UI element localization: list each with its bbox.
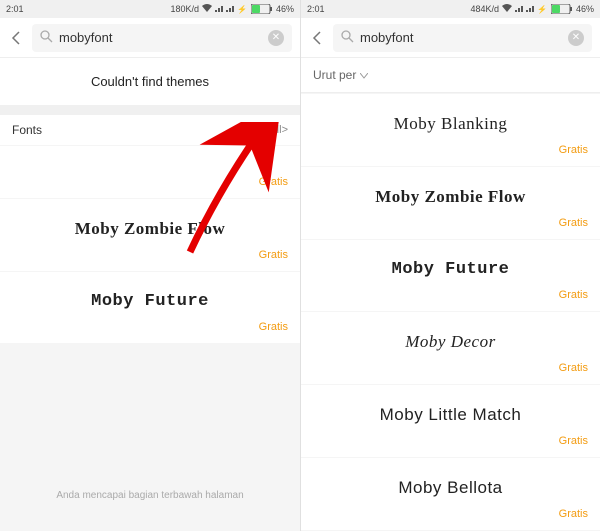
battery-icon <box>550 4 573 14</box>
font-card[interactable]: Moby Zombie FlowGratis <box>301 167 600 239</box>
signal-icon <box>515 4 523 14</box>
signal-icon <box>226 4 234 14</box>
font-card[interactable]: Moby FutureGratis <box>301 240 600 311</box>
wifi-icon <box>502 4 512 14</box>
net-speed: 180K/d <box>170 4 199 14</box>
font-price: Gratis <box>301 215 600 235</box>
search-bar: ✕ <box>0 18 300 58</box>
clear-icon[interactable]: ✕ <box>268 30 284 46</box>
font-name <box>0 160 300 174</box>
font-card[interactable]: Moby Little MatchGratis <box>301 385 600 457</box>
font-price: Gratis <box>301 142 600 162</box>
font-price: Gratis <box>301 360 600 380</box>
font-card[interactable]: Moby Zombie FlowGratis <box>0 199 300 271</box>
left-pane: 2:01 180K/d ⚡ 46% <box>0 0 300 531</box>
net-speed: 484K/d <box>470 4 499 14</box>
battery-percent: 46% <box>276 4 294 14</box>
clear-icon[interactable]: ✕ <box>568 30 584 46</box>
signal-icon <box>526 4 534 14</box>
font-price: Gratis <box>301 287 600 307</box>
status-bar: 2:01 484K/d ⚡ 46% <box>301 0 600 18</box>
font-card[interactable]: Moby FutureGratis <box>0 272 300 343</box>
font-name: Moby Blanking <box>301 108 600 142</box>
search-bar: ✕ <box>301 18 600 58</box>
font-name: Moby Zombie Flow <box>0 213 300 247</box>
font-card[interactable]: Moby DecorGratis <box>301 312 600 384</box>
chevron-down-icon <box>360 68 368 82</box>
footer-message: Anda mencapai bagian terbawah halaman <box>0 474 300 531</box>
font-name: Moby Bellota <box>301 472 600 506</box>
status-bar: 2:01 180K/d ⚡ 46% <box>0 0 300 18</box>
sort-label: Urut per <box>313 68 356 82</box>
search-box[interactable]: ✕ <box>32 24 292 52</box>
search-box[interactable]: ✕ <box>333 24 592 52</box>
signal-icon <box>215 4 223 14</box>
lightning-icon: ⚡ <box>537 5 547 14</box>
section-title: Fonts <box>12 123 244 137</box>
search-icon <box>341 30 354 46</box>
font-name: Moby Future <box>0 286 300 319</box>
view-all-link[interactable]: View all> <box>244 124 288 136</box>
search-input[interactable] <box>360 30 562 45</box>
back-button[interactable] <box>309 30 325 46</box>
search-icon <box>40 30 53 46</box>
font-list[interactable]: GratisMoby Zombie FlowGratisMoby FutureG… <box>0 145 300 474</box>
right-pane: 2:01 484K/d ⚡ 46% <box>300 0 600 531</box>
battery-icon <box>250 4 273 14</box>
font-card[interactable]: Moby BlankingGratis <box>301 94 600 166</box>
battery-percent: 46% <box>576 4 594 14</box>
font-list[interactable]: Moby BlankingGratisMoby Zombie FlowGrati… <box>301 93 600 531</box>
sort-bar[interactable]: Urut per <box>301 58 600 93</box>
font-price: Gratis <box>0 247 300 267</box>
clock: 2:01 <box>6 4 170 14</box>
font-name: Moby Future <box>301 254 600 287</box>
font-name: Moby Little Match <box>301 399 600 433</box>
font-name: Moby Zombie Flow <box>301 181 600 215</box>
font-card[interactable]: Gratis <box>0 146 300 198</box>
wifi-icon <box>202 4 212 14</box>
font-price: Gratis <box>0 174 300 194</box>
search-input[interactable] <box>59 30 262 45</box>
lightning-icon: ⚡ <box>237 5 247 14</box>
font-card[interactable]: Moby BellotaGratis <box>301 458 600 530</box>
font-price: Gratis <box>301 506 600 526</box>
font-price: Gratis <box>0 319 300 339</box>
clock: 2:01 <box>307 4 470 14</box>
fonts-section-header: Fonts View all> <box>0 115 300 145</box>
font-name: Moby Decor <box>301 326 600 360</box>
not-found-message: Couldn't find themes <box>0 58 300 115</box>
back-button[interactable] <box>8 30 24 46</box>
font-price: Gratis <box>301 433 600 453</box>
